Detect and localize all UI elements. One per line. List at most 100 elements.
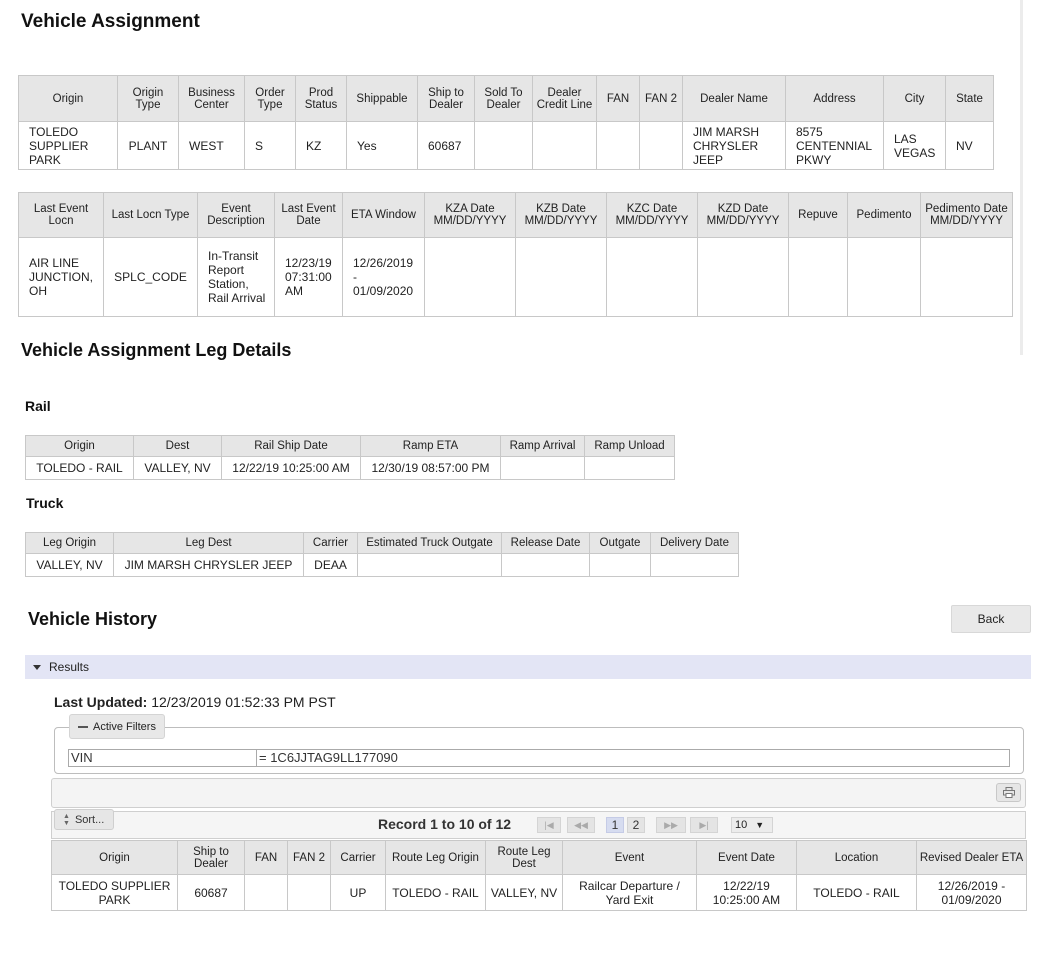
col-header: KZC Date MM/DD/YYYY <box>606 192 698 238</box>
table-cell <box>589 553 651 577</box>
table-cell: JIM MARSH CHRYSLER JEEP <box>113 553 304 577</box>
table-cell <box>650 553 739 577</box>
vehicle-history-heading: Vehicle History <box>28 609 158 629</box>
col-header: Pedimento Date MM/DD/YYYY <box>920 192 1013 238</box>
col-header: Dealer Credit Line <box>532 75 597 122</box>
table-cell <box>244 874 288 911</box>
col-header[interactable]: FAN 2 <box>287 840 331 875</box>
table-cell: TOLEDO SUPPLIER PARK <box>18 121 118 170</box>
print-button[interactable] <box>996 783 1021 802</box>
last-page-button[interactable]: ▶| <box>690 817 718 833</box>
rail-table: Origin Dest Rail Ship Date Ramp ETA Ramp… <box>25 435 675 480</box>
table-row: TOLEDO - RAIL VALLEY, NV 12/22/19 10:25:… <box>25 456 675 480</box>
col-header[interactable]: Event <box>562 840 697 875</box>
col-header: Rail Ship Date <box>221 435 361 457</box>
table-cell <box>287 874 331 911</box>
record-count: Record 1 to 10 of 12 <box>378 816 512 832</box>
minus-icon <box>78 725 88 728</box>
col-header: Sold To Dealer <box>474 75 533 122</box>
col-header[interactable]: Ship to Dealer <box>177 840 245 875</box>
table-cell: TOLEDO - RAIL <box>796 874 917 911</box>
table-cell: 12/26/2019 - 01/09/2020 <box>916 874 1027 911</box>
next-page-button[interactable]: ▶▶ <box>656 817 686 833</box>
col-header: Last Locn Type <box>103 192 198 238</box>
table-cell: In-Transit Report Station, Rail Arrival <box>197 237 275 317</box>
col-header[interactable]: Origin <box>51 840 178 875</box>
col-header: City <box>883 75 946 122</box>
col-header: Dest <box>133 435 222 457</box>
table-cell: VALLEY, NV <box>25 553 114 577</box>
filter-field: VIN <box>69 750 257 766</box>
page-2-button[interactable]: 2 <box>627 817 645 833</box>
table-cell: Railcar Departure / Yard Exit <box>562 874 697 911</box>
back-button[interactable]: Back <box>951 605 1031 633</box>
table-row[interactable]: TOLEDO SUPPLIER PARK 60687 UP TOLEDO - R… <box>51 874 1027 911</box>
col-header: Origin Type <box>117 75 179 122</box>
col-header: Business Center <box>178 75 245 122</box>
first-page-button[interactable]: |◀ <box>537 817 561 833</box>
col-header[interactable]: Route Leg Origin <box>385 840 486 875</box>
table-cell: Yes <box>346 121 418 170</box>
col-header: KZD Date MM/DD/YYYY <box>697 192 789 238</box>
sort-button[interactable]: ▲ ▼ Sort... <box>54 809 114 830</box>
col-header: Leg Origin <box>25 532 114 554</box>
triangle-down-icon <box>33 664 41 670</box>
col-header: Release Date <box>501 532 590 554</box>
table-cell: S <box>244 121 296 170</box>
col-header[interactable]: FAN <box>244 840 288 875</box>
col-header[interactable]: Carrier <box>330 840 386 875</box>
table-cell <box>847 237 921 317</box>
col-header[interactable]: Location <box>796 840 917 875</box>
col-header[interactable]: Event Date <box>696 840 797 875</box>
table-cell: 12/23/19 07:31:00 AM <box>274 237 343 317</box>
col-header: Shippable <box>346 75 418 122</box>
table-cell: 60687 <box>417 121 475 170</box>
table-cell: UP <box>330 874 386 911</box>
table-cell <box>501 553 590 577</box>
table-cell <box>515 237 607 317</box>
table-cell: KZ <box>295 121 347 170</box>
col-header: Estimated Truck Outgate <box>357 532 502 554</box>
col-header: Carrier <box>303 532 358 554</box>
filter-row: VIN = 1C6JJTAG9LL177090 <box>68 749 1010 767</box>
col-header: Last Event Locn <box>18 192 104 238</box>
col-header: Leg Dest <box>113 532 304 554</box>
table-cell: 8575 CENTENNIAL PKWY <box>785 121 884 170</box>
col-header: Origin <box>25 435 134 457</box>
table-cell: 60687 <box>177 874 245 911</box>
col-header[interactable]: Route Leg Dest <box>485 840 563 875</box>
rail-heading: Rail <box>25 398 51 414</box>
last-updated-value: 12/23/2019 01:52:33 PM PST <box>151 694 336 710</box>
table-cell: AIR LINE JUNCTION, OH <box>18 237 104 317</box>
table-cell: 12/22/19 10:25:00 AM <box>221 456 361 480</box>
truck-table: Leg Origin Leg Dest Carrier Estimated Tr… <box>25 532 739 577</box>
col-header[interactable]: Revised Dealer ETA <box>916 840 1027 875</box>
grid-toolbar <box>51 778 1026 808</box>
table-cell <box>424 237 516 317</box>
col-header: Origin <box>18 75 118 122</box>
table-cell: NV <box>945 121 994 170</box>
table-cell <box>357 553 502 577</box>
col-header: Outgate <box>589 532 651 554</box>
page-1-button[interactable]: 1 <box>606 817 624 833</box>
table-cell <box>474 121 533 170</box>
table-cell: 12/30/19 08:57:00 PM <box>360 456 501 480</box>
table-cell <box>596 121 640 170</box>
page-size-select[interactable]: 10 ▼ <box>731 817 773 833</box>
col-header: Last Event Date <box>274 192 343 238</box>
col-header: Address <box>785 75 884 122</box>
col-header: FAN 2 <box>639 75 683 122</box>
last-updated: Last Updated: 12/23/2019 01:52:33 PM PST <box>54 694 336 710</box>
col-header: Repuve <box>788 192 848 238</box>
results-panel-toggle[interactable]: Results <box>25 655 1031 679</box>
table-cell: 12/26/2019 - 01/09/2020 <box>342 237 425 317</box>
table-cell: VALLEY, NV <box>133 456 222 480</box>
col-header: Ramp Arrival <box>500 435 585 457</box>
col-header: State <box>945 75 994 122</box>
results-label: Results <box>49 660 90 674</box>
active-filters-toggle[interactable]: Active Filters <box>69 714 165 739</box>
prev-page-button[interactable]: ◀◀ <box>567 817 595 833</box>
sort-arrows-icon: ▲ ▼ <box>63 812 70 827</box>
col-header: Order Type <box>244 75 296 122</box>
scrollbar-track[interactable] <box>1020 0 1023 355</box>
